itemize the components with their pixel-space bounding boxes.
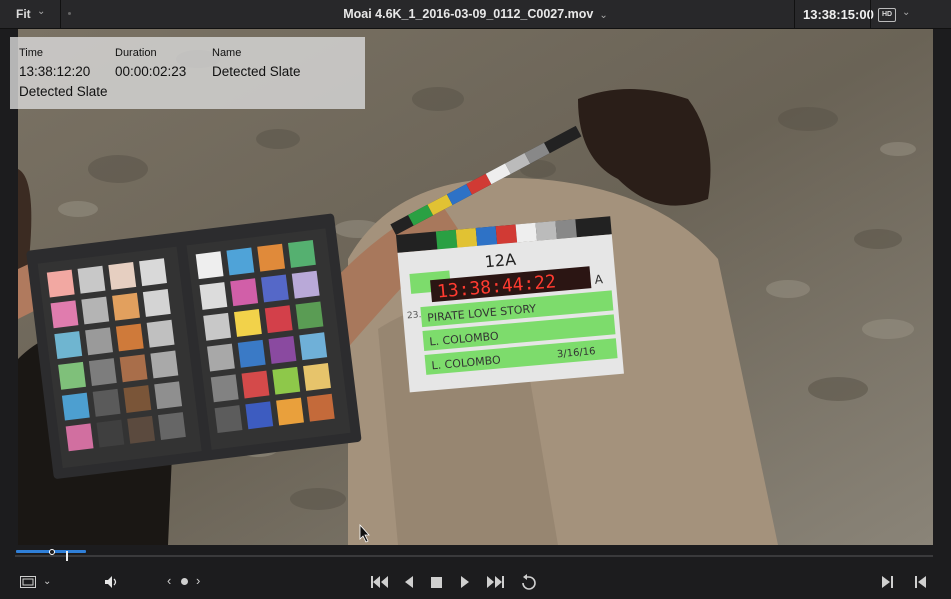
color-patch: [77, 265, 106, 294]
chevron-down-icon[interactable]: ⌄: [902, 7, 910, 18]
name-header: Name: [212, 47, 242, 59]
color-patch: [54, 331, 83, 359]
color-patch: [119, 354, 148, 383]
divider: [794, 0, 795, 28]
color-patch: [295, 301, 324, 330]
color-patch: [58, 361, 86, 390]
color-patch: [203, 312, 232, 341]
color-patch: [85, 327, 113, 356]
film-strip-icon[interactable]: [20, 576, 36, 588]
color-patch: [233, 309, 262, 337]
color-patch: [123, 385, 152, 413]
color-patch: [61, 392, 90, 421]
color-patch: [65, 423, 94, 452]
stop-icon[interactable]: [431, 577, 442, 588]
duration-value: 00:00:02:23: [115, 64, 187, 79]
color-patch: [154, 381, 183, 410]
color-patch: [96, 419, 125, 448]
color-patch: [108, 262, 137, 290]
scrubber-track[interactable]: [15, 555, 933, 557]
range-handle[interactable]: [49, 549, 55, 555]
viewer-header: Fit ⌄ Moai 4.6K_1_2016-03-09_0112_C0027.…: [0, 0, 951, 29]
color-patch: [230, 278, 259, 307]
hd-display-icon[interactable]: HD: [878, 8, 896, 22]
timeline-scrubber[interactable]: [0, 545, 951, 565]
color-patch: [92, 388, 121, 417]
prev-marker-icon[interactable]: ‹: [167, 574, 171, 588]
color-patch: [157, 412, 186, 440]
color-patch: [260, 274, 289, 303]
color-patch: [272, 366, 301, 395]
color-patch: [46, 269, 75, 298]
color-patch: [50, 300, 79, 329]
marker-dot-icon[interactable]: [181, 578, 188, 585]
time-value: 13:38:12:20: [19, 64, 91, 79]
color-patch: [214, 405, 243, 434]
slate-scene: 12A: [484, 250, 517, 272]
color-patch: [306, 393, 335, 422]
color-patch: [142, 289, 171, 317]
color-patch: [127, 415, 156, 444]
color-patch: [210, 374, 239, 403]
color-patch: [88, 358, 117, 386]
color-patch: [303, 363, 331, 391]
timecode-display[interactable]: 13:38:15:00: [803, 7, 874, 22]
slate-metadata-overlay: Time Duration Name 13:38:12:20 00:00:02:…: [10, 37, 365, 109]
volume-icon[interactable]: [104, 575, 120, 589]
color-patch: [199, 282, 228, 310]
color-patch: [245, 401, 274, 430]
color-patch: [226, 247, 255, 276]
next-marker-icon[interactable]: ›: [196, 574, 200, 588]
color-patch: [150, 350, 179, 379]
color-patch: [268, 336, 297, 364]
divider: [870, 0, 871, 28]
go-to-next-clip-icon[interactable]: [882, 576, 894, 588]
playhead[interactable]: [66, 551, 68, 561]
chevron-down-icon[interactable]: ⌄: [43, 575, 51, 589]
color-patch: [146, 319, 175, 348]
loop-icon[interactable]: [520, 574, 538, 590]
go-to-prev-clip-icon[interactable]: [914, 576, 926, 588]
color-patch: [241, 370, 270, 399]
color-patch: [195, 251, 224, 280]
color-patch: [139, 258, 167, 287]
color-patch: [287, 239, 316, 268]
time-header: Time: [19, 47, 44, 59]
go-to-end-icon[interactable]: [486, 576, 504, 588]
go-to-start-icon[interactable]: [371, 576, 389, 588]
duration-header: Duration: [115, 47, 157, 59]
color-patch: [115, 323, 144, 352]
color-patch: [237, 339, 266, 368]
overlay-note: Detected Slate: [19, 84, 108, 99]
step-back-icon[interactable]: [404, 576, 414, 588]
chevron-down-icon: ⌄: [599, 10, 608, 21]
name-value: Detected Slate: [212, 64, 301, 79]
color-patch: [299, 332, 328, 361]
color-patch: [264, 305, 293, 334]
color-patch: [291, 270, 320, 299]
color-patch: [112, 292, 140, 321]
play-icon[interactable]: [460, 576, 470, 588]
color-patch: [207, 343, 235, 372]
color-patch: [81, 296, 110, 325]
color-patch: [276, 397, 304, 426]
clip-title: Moai 4.6K_1_2016-03-09_0112_C0027.mov: [343, 7, 594, 21]
transport-bar: ⌄ ‹ ›: [0, 565, 951, 599]
color-patch: [257, 243, 286, 272]
color-checker-chart: [26, 213, 362, 479]
